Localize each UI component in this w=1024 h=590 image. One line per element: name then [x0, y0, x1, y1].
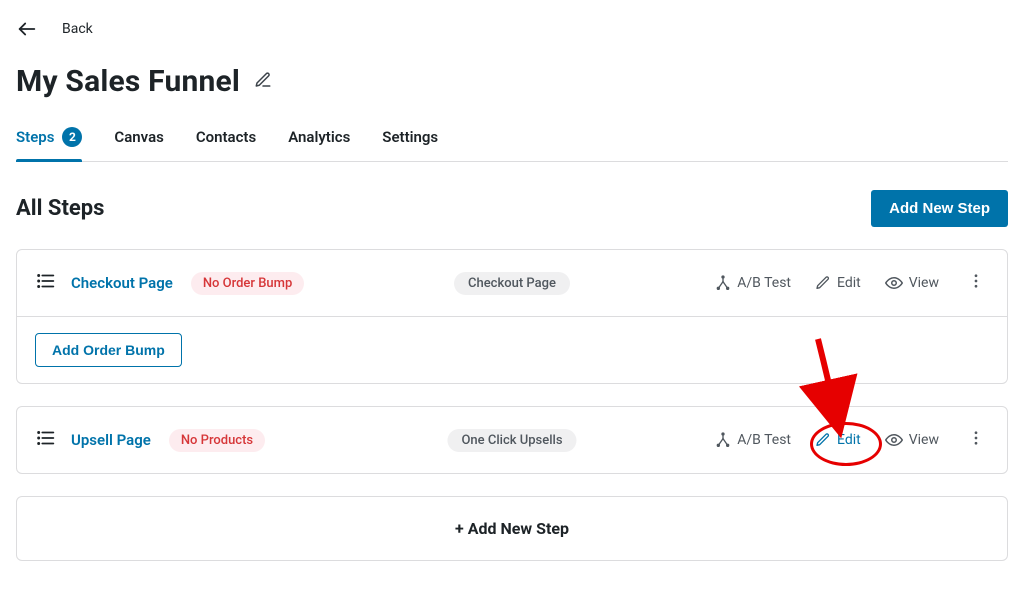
step-name-link[interactable]: Upsell Page	[71, 431, 151, 449]
edit-button[interactable]: Edit	[815, 432, 861, 448]
step-actions: A/B Test Edit View	[715, 425, 989, 455]
drag-handle-icon[interactable]	[35, 270, 57, 296]
tab-analytics[interactable]: Analytics	[288, 127, 350, 161]
add-new-step-button[interactable]: Add New Step	[871, 190, 1008, 227]
step-row: Checkout Page No Order Bump Checkout Pag…	[17, 250, 1007, 317]
title-row: My Sales Funnel	[16, 64, 1008, 99]
tab-settings[interactable]: Settings	[382, 127, 438, 161]
back-arrow-icon[interactable]	[16, 18, 38, 40]
page-title: My Sales Funnel	[16, 64, 240, 99]
section-title: All Steps	[16, 196, 104, 221]
step-sub-row: Add Order Bump	[17, 317, 1007, 383]
view-button[interactable]: View	[885, 431, 939, 449]
drag-handle-icon[interactable]	[35, 427, 57, 453]
view-label: View	[909, 432, 939, 448]
type-pill: Checkout Page	[454, 272, 570, 295]
ab-test-button[interactable]: A/B Test	[715, 275, 791, 291]
back-label[interactable]: Back	[62, 21, 93, 37]
tab-canvas[interactable]: Canvas	[114, 127, 163, 161]
edit-label: Edit	[837, 432, 861, 448]
edit-button[interactable]: Edit	[815, 275, 861, 291]
edit-label: Edit	[837, 275, 861, 291]
tabs: Steps 2 Canvas Contacts Analytics Settin…	[16, 127, 1008, 162]
steps-list: Checkout Page No Order Bump Checkout Pag…	[16, 249, 1008, 561]
step-row: Upsell Page No Products One Click Upsell…	[17, 407, 1007, 473]
step-card-checkout: Checkout Page No Order Bump Checkout Pag…	[16, 249, 1008, 384]
add-order-bump-button[interactable]: Add Order Bump	[35, 333, 182, 367]
tab-steps-count: 2	[62, 127, 82, 147]
add-new-step-bar[interactable]: + Add New Step	[16, 496, 1008, 561]
edit-title-icon[interactable]	[254, 71, 272, 93]
back-row: Back	[16, 18, 1008, 40]
step-card-upsell: Upsell Page No Products One Click Upsell…	[16, 406, 1008, 474]
step-name-link[interactable]: Checkout Page	[71, 274, 173, 292]
ab-test-label: A/B Test	[737, 275, 791, 291]
tab-label: Steps	[16, 128, 54, 146]
more-menu-icon[interactable]	[963, 425, 989, 455]
status-pill: No Order Bump	[191, 272, 304, 295]
step-actions: A/B Test Edit View	[715, 268, 989, 298]
tab-contacts[interactable]: Contacts	[196, 127, 256, 161]
status-pill: No Products	[169, 429, 265, 452]
more-menu-icon[interactable]	[963, 268, 989, 298]
section-header: All Steps Add New Step	[16, 190, 1008, 227]
view-button[interactable]: View	[885, 274, 939, 292]
view-label: View	[909, 275, 939, 291]
tab-steps[interactable]: Steps 2	[16, 127, 82, 161]
type-pill: One Click Upsells	[447, 429, 576, 452]
ab-test-button[interactable]: A/B Test	[715, 432, 791, 448]
ab-test-label: A/B Test	[737, 432, 791, 448]
